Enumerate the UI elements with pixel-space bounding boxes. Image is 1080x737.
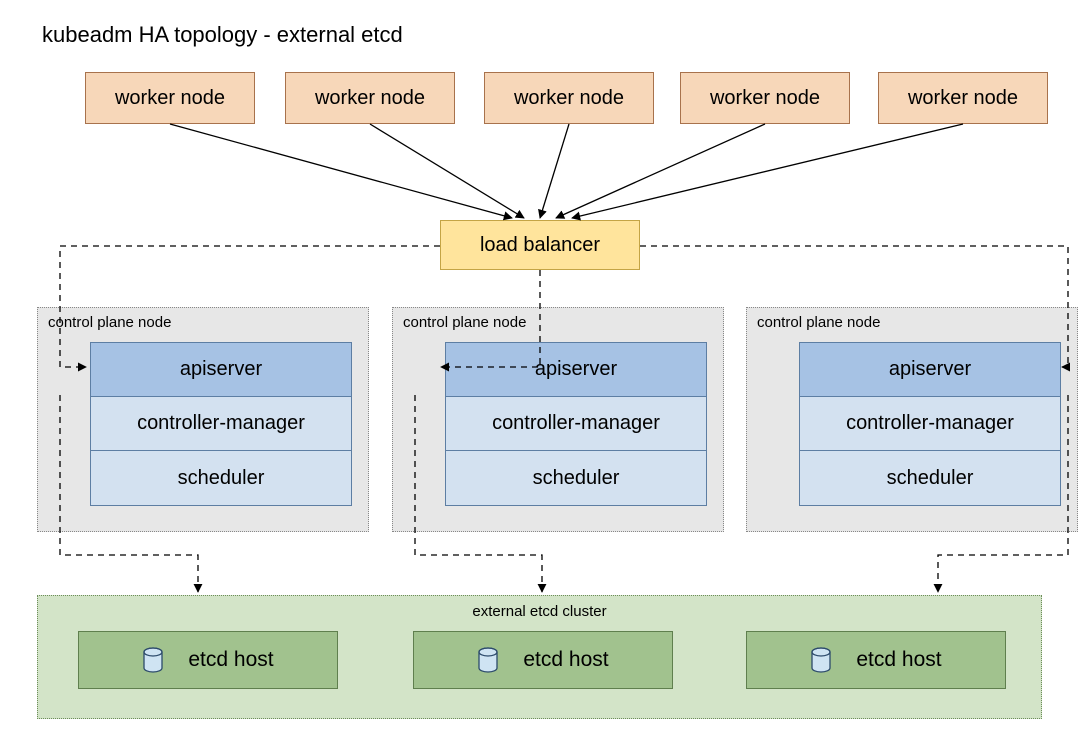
controller-row: controller-manager: [800, 397, 1060, 451]
worker-node: worker node: [85, 72, 255, 124]
worker-node-label: worker node: [710, 87, 820, 110]
etcd-cluster: external etcd cluster etcd host etcd hos…: [37, 595, 1042, 719]
database-icon: [810, 647, 832, 673]
component-stack: apiserver controller-manager scheduler: [90, 342, 352, 506]
worker-node: worker node: [285, 72, 455, 124]
component-stack: apiserver controller-manager scheduler: [445, 342, 707, 506]
control-plane-label: control plane node: [48, 314, 171, 331]
database-icon: [477, 647, 499, 673]
worker-node-label: worker node: [514, 87, 624, 110]
scheduler-row: scheduler: [800, 451, 1060, 505]
apiserver-label: apiserver: [889, 358, 971, 381]
controller-row: controller-manager: [446, 397, 706, 451]
apiserver-row: apiserver: [91, 343, 351, 397]
apiserver-row: apiserver: [800, 343, 1060, 397]
controller-label: controller-manager: [492, 412, 660, 435]
page-title: kubeadm HA topology - external etcd: [42, 22, 403, 48]
control-plane-node: control plane node apiserver controller-…: [37, 307, 369, 532]
worker-node: worker node: [484, 72, 654, 124]
component-stack: apiserver controller-manager scheduler: [799, 342, 1061, 506]
scheduler-label: scheduler: [887, 467, 974, 490]
control-plane-node: control plane node apiserver controller-…: [392, 307, 724, 532]
control-plane-label: control plane node: [403, 314, 526, 331]
etcd-host: etcd host: [746, 631, 1006, 689]
database-icon: [142, 647, 164, 673]
etcd-cluster-label: external etcd cluster: [38, 603, 1041, 620]
scheduler-label: scheduler: [533, 467, 620, 490]
etcd-host-label: etcd host: [856, 648, 941, 672]
worker-node-label: worker node: [315, 87, 425, 110]
worker-node: worker node: [680, 72, 850, 124]
apiserver-label: apiserver: [180, 358, 262, 381]
etcd-host-label: etcd host: [188, 648, 273, 672]
control-plane-label: control plane node: [757, 314, 880, 331]
scheduler-row: scheduler: [446, 451, 706, 505]
worker-node: worker node: [878, 72, 1048, 124]
etcd-host: etcd host: [413, 631, 673, 689]
control-plane-node: control plane node apiserver controller-…: [746, 307, 1078, 532]
worker-node-label: worker node: [115, 87, 225, 110]
load-balancer: load balancer: [440, 220, 640, 270]
scheduler-row: scheduler: [91, 451, 351, 505]
etcd-host: etcd host: [78, 631, 338, 689]
controller-label: controller-manager: [846, 412, 1014, 435]
controller-row: controller-manager: [91, 397, 351, 451]
worker-node-label: worker node: [908, 87, 1018, 110]
apiserver-label: apiserver: [535, 358, 617, 381]
apiserver-row: apiserver: [446, 343, 706, 397]
scheduler-label: scheduler: [178, 467, 265, 490]
etcd-host-label: etcd host: [523, 648, 608, 672]
controller-label: controller-manager: [137, 412, 305, 435]
load-balancer-label: load balancer: [480, 234, 600, 257]
